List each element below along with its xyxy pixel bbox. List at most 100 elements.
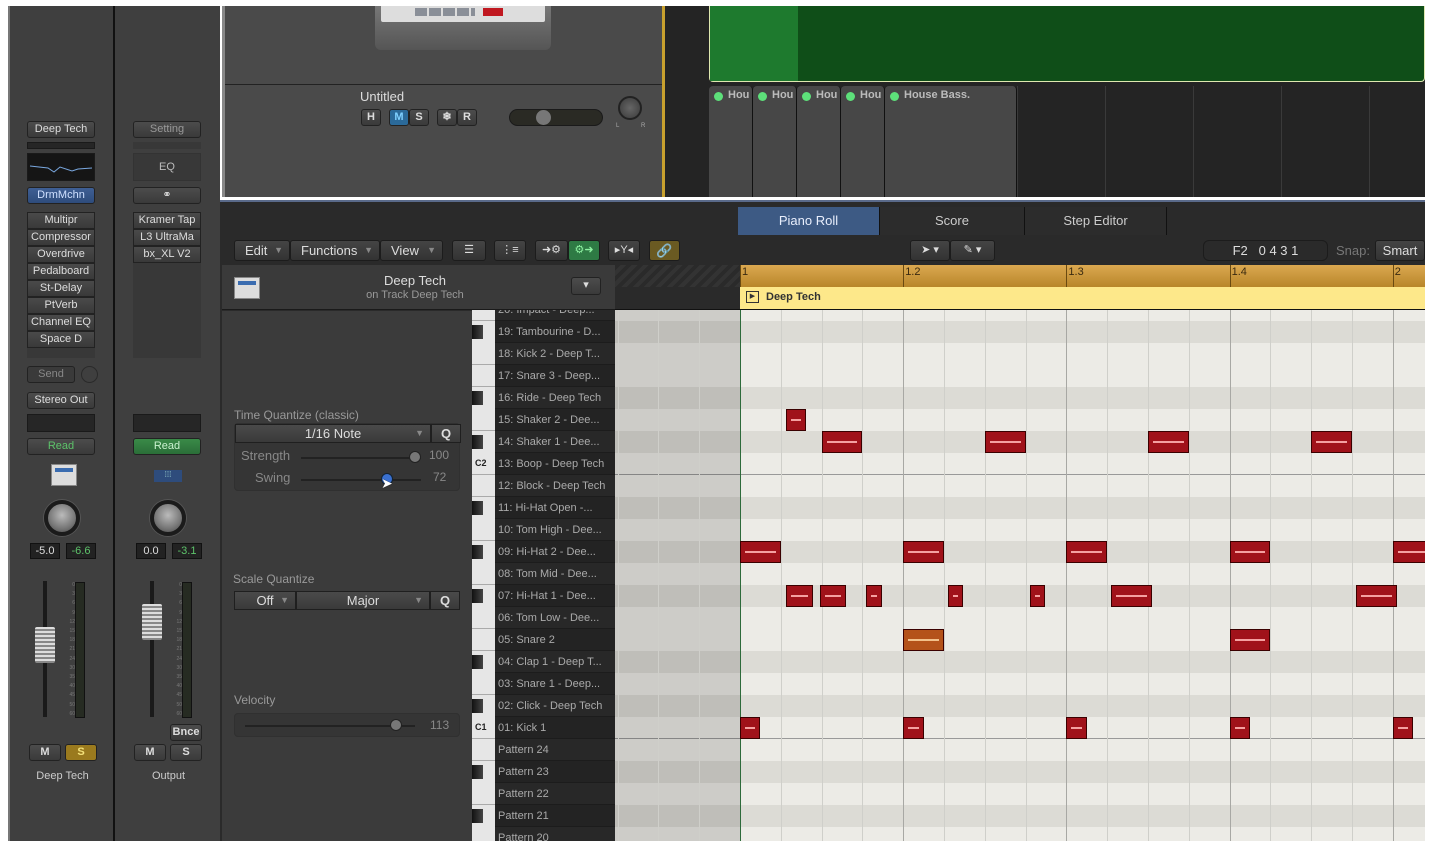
region[interactable]: Hou xyxy=(841,86,885,197)
region[interactable]: Hou xyxy=(797,86,841,197)
midi-note[interactable] xyxy=(786,585,813,607)
drum-name[interactable]: 10: Tom High - Dee... xyxy=(495,519,615,541)
midi-note[interactable] xyxy=(1066,541,1108,563)
menu-view[interactable]: View ▼ xyxy=(380,240,443,261)
black-key[interactable] xyxy=(472,765,483,779)
filter-button[interactable]: ▸Y◂ xyxy=(608,240,640,261)
black-key[interactable] xyxy=(472,589,483,603)
link-icon[interactable]: 🔗 xyxy=(649,240,680,261)
black-key[interactable] xyxy=(472,391,483,405)
midi-note[interactable] xyxy=(821,431,863,453)
plugin-slot[interactable]: Overdrive xyxy=(27,246,95,263)
region-strip[interactable]: ▶ Deep Tech xyxy=(740,287,1425,309)
ruler[interactable]: 1 1.2 1.3 1.4 2 xyxy=(615,265,1425,287)
plugin-slot[interactable]: Compressor xyxy=(27,229,95,246)
drum-name[interactable]: 17: Snare 3 - Deep... xyxy=(495,365,615,387)
waveform-icon[interactable]: ⁞⁞⁞ xyxy=(154,470,182,482)
stereo-link-button[interactable]: ⚭ xyxy=(133,187,201,204)
group-slot[interactable] xyxy=(133,414,201,432)
drum-name[interactable]: 13: Boop - Deep Tech xyxy=(495,453,615,475)
black-key[interactable] xyxy=(472,545,483,559)
drum-name[interactable]: Pattern 21 xyxy=(495,805,615,827)
drum-name[interactable]: 11: Hi-Hat Open -... xyxy=(495,497,615,519)
black-key[interactable] xyxy=(472,501,483,515)
strength-slider-thumb[interactable] xyxy=(409,451,421,463)
midi-in-button[interactable]: ➜⚙ xyxy=(535,240,568,261)
automation-mode-button[interactable]: Read xyxy=(133,438,201,455)
drum-machine-icon[interactable] xyxy=(51,464,77,486)
drum-name[interactable]: 19: Tambourine - D... xyxy=(495,321,615,343)
plugin-slot[interactable]: Kramer Tap xyxy=(133,212,201,229)
track-button[interactable]: S xyxy=(409,109,429,126)
velocity-slider-thumb[interactable] xyxy=(390,719,403,731)
header-menu-button[interactable]: ▾ xyxy=(571,277,601,295)
black-key[interactable] xyxy=(472,809,483,823)
midi-note[interactable] xyxy=(740,717,761,739)
midi-note[interactable] xyxy=(1311,431,1352,453)
automation-mode-button[interactable]: Read xyxy=(27,438,95,455)
plugin-slot[interactable]: L3 UltraMa xyxy=(133,229,201,246)
volume-fader[interactable] xyxy=(142,604,162,640)
midi-note[interactable] xyxy=(866,585,882,607)
midi-note[interactable] xyxy=(1066,717,1087,739)
send-button[interactable]: Send xyxy=(27,366,75,383)
instrument-slot[interactable]: DrmMchn xyxy=(27,187,95,204)
bounce-button[interactable]: Bnce xyxy=(170,724,202,741)
plugin-slot[interactable]: St-Delay xyxy=(27,280,95,297)
black-key[interactable] xyxy=(472,435,483,449)
drum-name[interactable]: 08: Tom Mid - Dee... xyxy=(495,563,615,585)
piano-roll-grid[interactable] xyxy=(615,310,1425,841)
quantize-value-dropdown[interactable]: 1/16 Note ▼ xyxy=(235,424,431,443)
tab-step-editor[interactable]: Step Editor xyxy=(1025,207,1167,235)
drum-name[interactable]: 14: Shaker 1 - Dee... xyxy=(495,431,615,453)
mute-button[interactable]: M xyxy=(134,744,166,761)
snap-dropdown[interactable]: Smart xyxy=(1375,240,1425,261)
tab-score[interactable]: Score xyxy=(880,207,1025,235)
eq-thumbnail[interactable]: EQ xyxy=(133,153,201,181)
drum-name[interactable]: Pattern 24 xyxy=(495,739,615,761)
volume-slider[interactable] xyxy=(509,109,603,126)
pan-knob[interactable] xyxy=(618,96,642,120)
pan-knob[interactable] xyxy=(44,500,80,536)
track-button[interactable]: M xyxy=(389,109,409,126)
drum-name[interactable]: 02: Click - Deep Tech xyxy=(495,695,615,717)
track-button[interactable]: R xyxy=(457,109,477,126)
drum-name[interactable]: Pattern 23 xyxy=(495,761,615,783)
drum-name[interactable]: 16: Ride - Deep Tech xyxy=(495,387,615,409)
setting-button[interactable]: Setting xyxy=(133,121,201,138)
drum-name[interactable]: 06: Tom Low - Dee... xyxy=(495,607,615,629)
drum-name[interactable]: 05: Snare 2 xyxy=(495,629,615,651)
strength-slider[interactable] xyxy=(301,457,421,459)
midi-note[interactable] xyxy=(1148,431,1189,453)
drum-name[interactable]: 01: Kick 1 xyxy=(495,717,615,739)
drum-name[interactable]: 04: Clap 1 - Deep T... xyxy=(495,651,615,673)
collapse-button[interactable]: ⋮≡ xyxy=(494,240,526,261)
pan-knob[interactable] xyxy=(150,500,186,536)
midi-note[interactable] xyxy=(819,585,847,607)
midi-note[interactable] xyxy=(903,717,924,739)
menu-functions[interactable]: Functions ▼ xyxy=(290,240,380,261)
midi-note[interactable] xyxy=(1029,585,1045,607)
quantize-q-button[interactable]: Q xyxy=(431,424,461,443)
midi-note[interactable] xyxy=(1392,717,1414,739)
menu-edit[interactable]: Edit ▼ xyxy=(234,240,290,261)
tab-piano-roll[interactable]: Piano Roll xyxy=(738,207,880,235)
output-button[interactable]: Stereo Out xyxy=(27,392,95,409)
midi-note[interactable] xyxy=(1356,585,1397,607)
setting-button[interactable]: Deep Tech xyxy=(27,121,95,138)
midi-note[interactable] xyxy=(903,541,944,563)
black-key[interactable] xyxy=(472,699,483,713)
piano-keyboard[interactable]: C2 C1 xyxy=(472,310,495,841)
midi-note[interactable] xyxy=(948,585,964,607)
plugin-slot[interactable]: Multipr xyxy=(27,212,95,229)
scale-q-button[interactable]: Q xyxy=(430,591,460,610)
play-region-icon[interactable]: ▶ xyxy=(746,291,759,303)
scale-root-dropdown[interactable]: Off ▼ xyxy=(234,591,296,610)
midi-note[interactable] xyxy=(786,409,807,431)
midi-out-button[interactable]: ⚙➜ xyxy=(568,240,600,261)
solo-button[interactable]: S xyxy=(170,744,202,761)
plugin-slot[interactable]: Channel EQ xyxy=(27,314,95,331)
midi-note[interactable] xyxy=(1229,629,1271,651)
drum-name[interactable]: 12: Block - Deep Tech xyxy=(495,475,615,497)
pencil-tool-menu[interactable]: ✎ ▾ xyxy=(950,240,995,261)
